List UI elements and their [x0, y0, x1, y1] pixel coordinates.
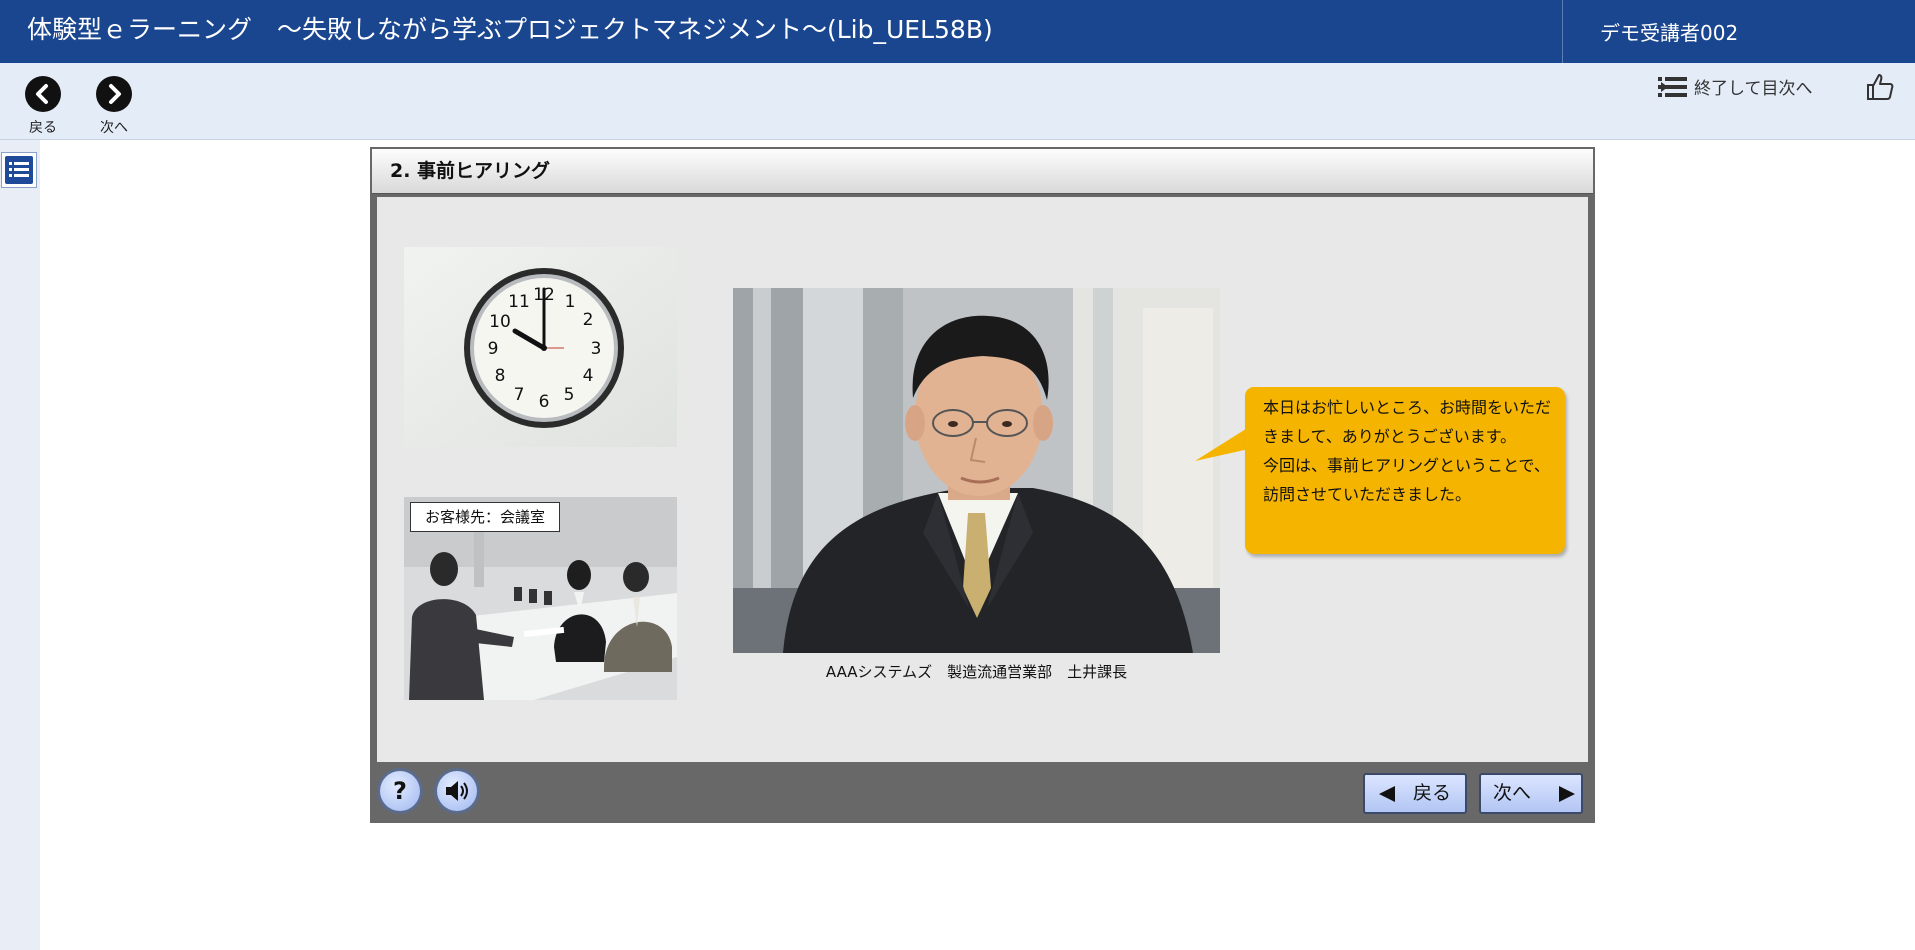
prev-page-label: 戻る [29, 120, 57, 136]
lesson-frame: 2. 事前ヒアリング 12 1 2 3 4 [370, 147, 1595, 823]
meeting-room-photo: お客様先：会議室 [404, 497, 677, 700]
next-page-label: 次へ [100, 120, 128, 136]
audio-button[interactable] [434, 768, 480, 814]
triangle-right-icon [1559, 786, 1575, 802]
exit-list-icon [1658, 77, 1687, 97]
svg-text:2: 2 [583, 310, 594, 330]
slide-title: 2. 事前ヒアリング [390, 160, 551, 182]
speaker-icon [437, 771, 477, 811]
speech-line: 今回は、事前ヒアリングということで、訪問させていただきました。 [1263, 456, 1550, 504]
svg-text:7: 7 [514, 385, 525, 405]
svg-text:8: 8 [495, 366, 506, 386]
svg-text:4: 4 [583, 366, 594, 386]
help-label: ? [393, 777, 407, 805]
chevron-right-icon [96, 76, 132, 112]
portrait-caption: AAAシステムズ 製造流通営業部 土井課長 [825, 663, 1128, 681]
svg-text:1: 1 [565, 292, 576, 312]
like-button[interactable] [1864, 71, 1896, 103]
left-sidebar [0, 140, 40, 950]
speech-bubble: 本日はお忙しいところ、お時間をいただきまして、ありがとうございます。 今回は、事… [1245, 387, 1565, 554]
svg-text:3: 3 [591, 339, 602, 359]
course-title: 体験型ｅラーニング ～失敗しながら学ぶプロジェクトマネジメント～(Lib_UEL… [27, 15, 993, 44]
help-button[interactable]: ? [377, 768, 423, 814]
toolbar: 戻る 次へ 終了して目次へ [0, 63, 1915, 140]
svg-text:6: 6 [539, 392, 550, 412]
svg-text:5: 5 [564, 385, 575, 405]
speech-line: 本日はお忙しいところ、お時間をいただきまして、ありがとうございます。 [1263, 398, 1552, 446]
slide-back-button[interactable]: 戻る [1363, 773, 1467, 814]
user-name: デモ受講者002 [1600, 21, 1739, 45]
slide-title-bar: 2. 事前ヒアリング [372, 149, 1593, 194]
app-header: 体験型ｅラーニング ～失敗しながら学ぶプロジェクトマネジメント～(Lib_UEL… [0, 0, 1915, 63]
speech-bubble-tail [1195, 427, 1249, 461]
chevron-left-icon [25, 76, 61, 112]
prev-page-button[interactable]: 戻る [12, 76, 72, 138]
svg-text:11: 11 [508, 292, 530, 312]
slide-next-label: 次へ [1493, 782, 1532, 804]
next-page-button[interactable]: 次へ [83, 76, 143, 138]
exit-to-toc-label: 終了して目次へ [1694, 79, 1813, 99]
header-divider [1562, 0, 1563, 63]
location-tag: お客様先：会議室 [410, 502, 561, 532]
triangle-left-icon [1379, 786, 1395, 802]
toc-toggle-button[interactable] [1, 152, 37, 188]
slide-next-button[interactable]: 次へ [1479, 773, 1583, 814]
list-icon [5, 156, 33, 184]
slide-back-label: 戻る [1413, 782, 1452, 804]
svg-text:10: 10 [489, 312, 511, 332]
slide-stage: 12 1 2 3 4 5 6 7 8 9 10 11 [377, 197, 1588, 762]
help-icon: ? [380, 771, 420, 811]
clock-photo: 12 1 2 3 4 5 6 7 8 9 10 11 [404, 247, 677, 447]
thumbs-up-icon [1867, 74, 1894, 100]
client-portrait-photo [733, 288, 1220, 653]
svg-text:9: 9 [488, 339, 499, 359]
